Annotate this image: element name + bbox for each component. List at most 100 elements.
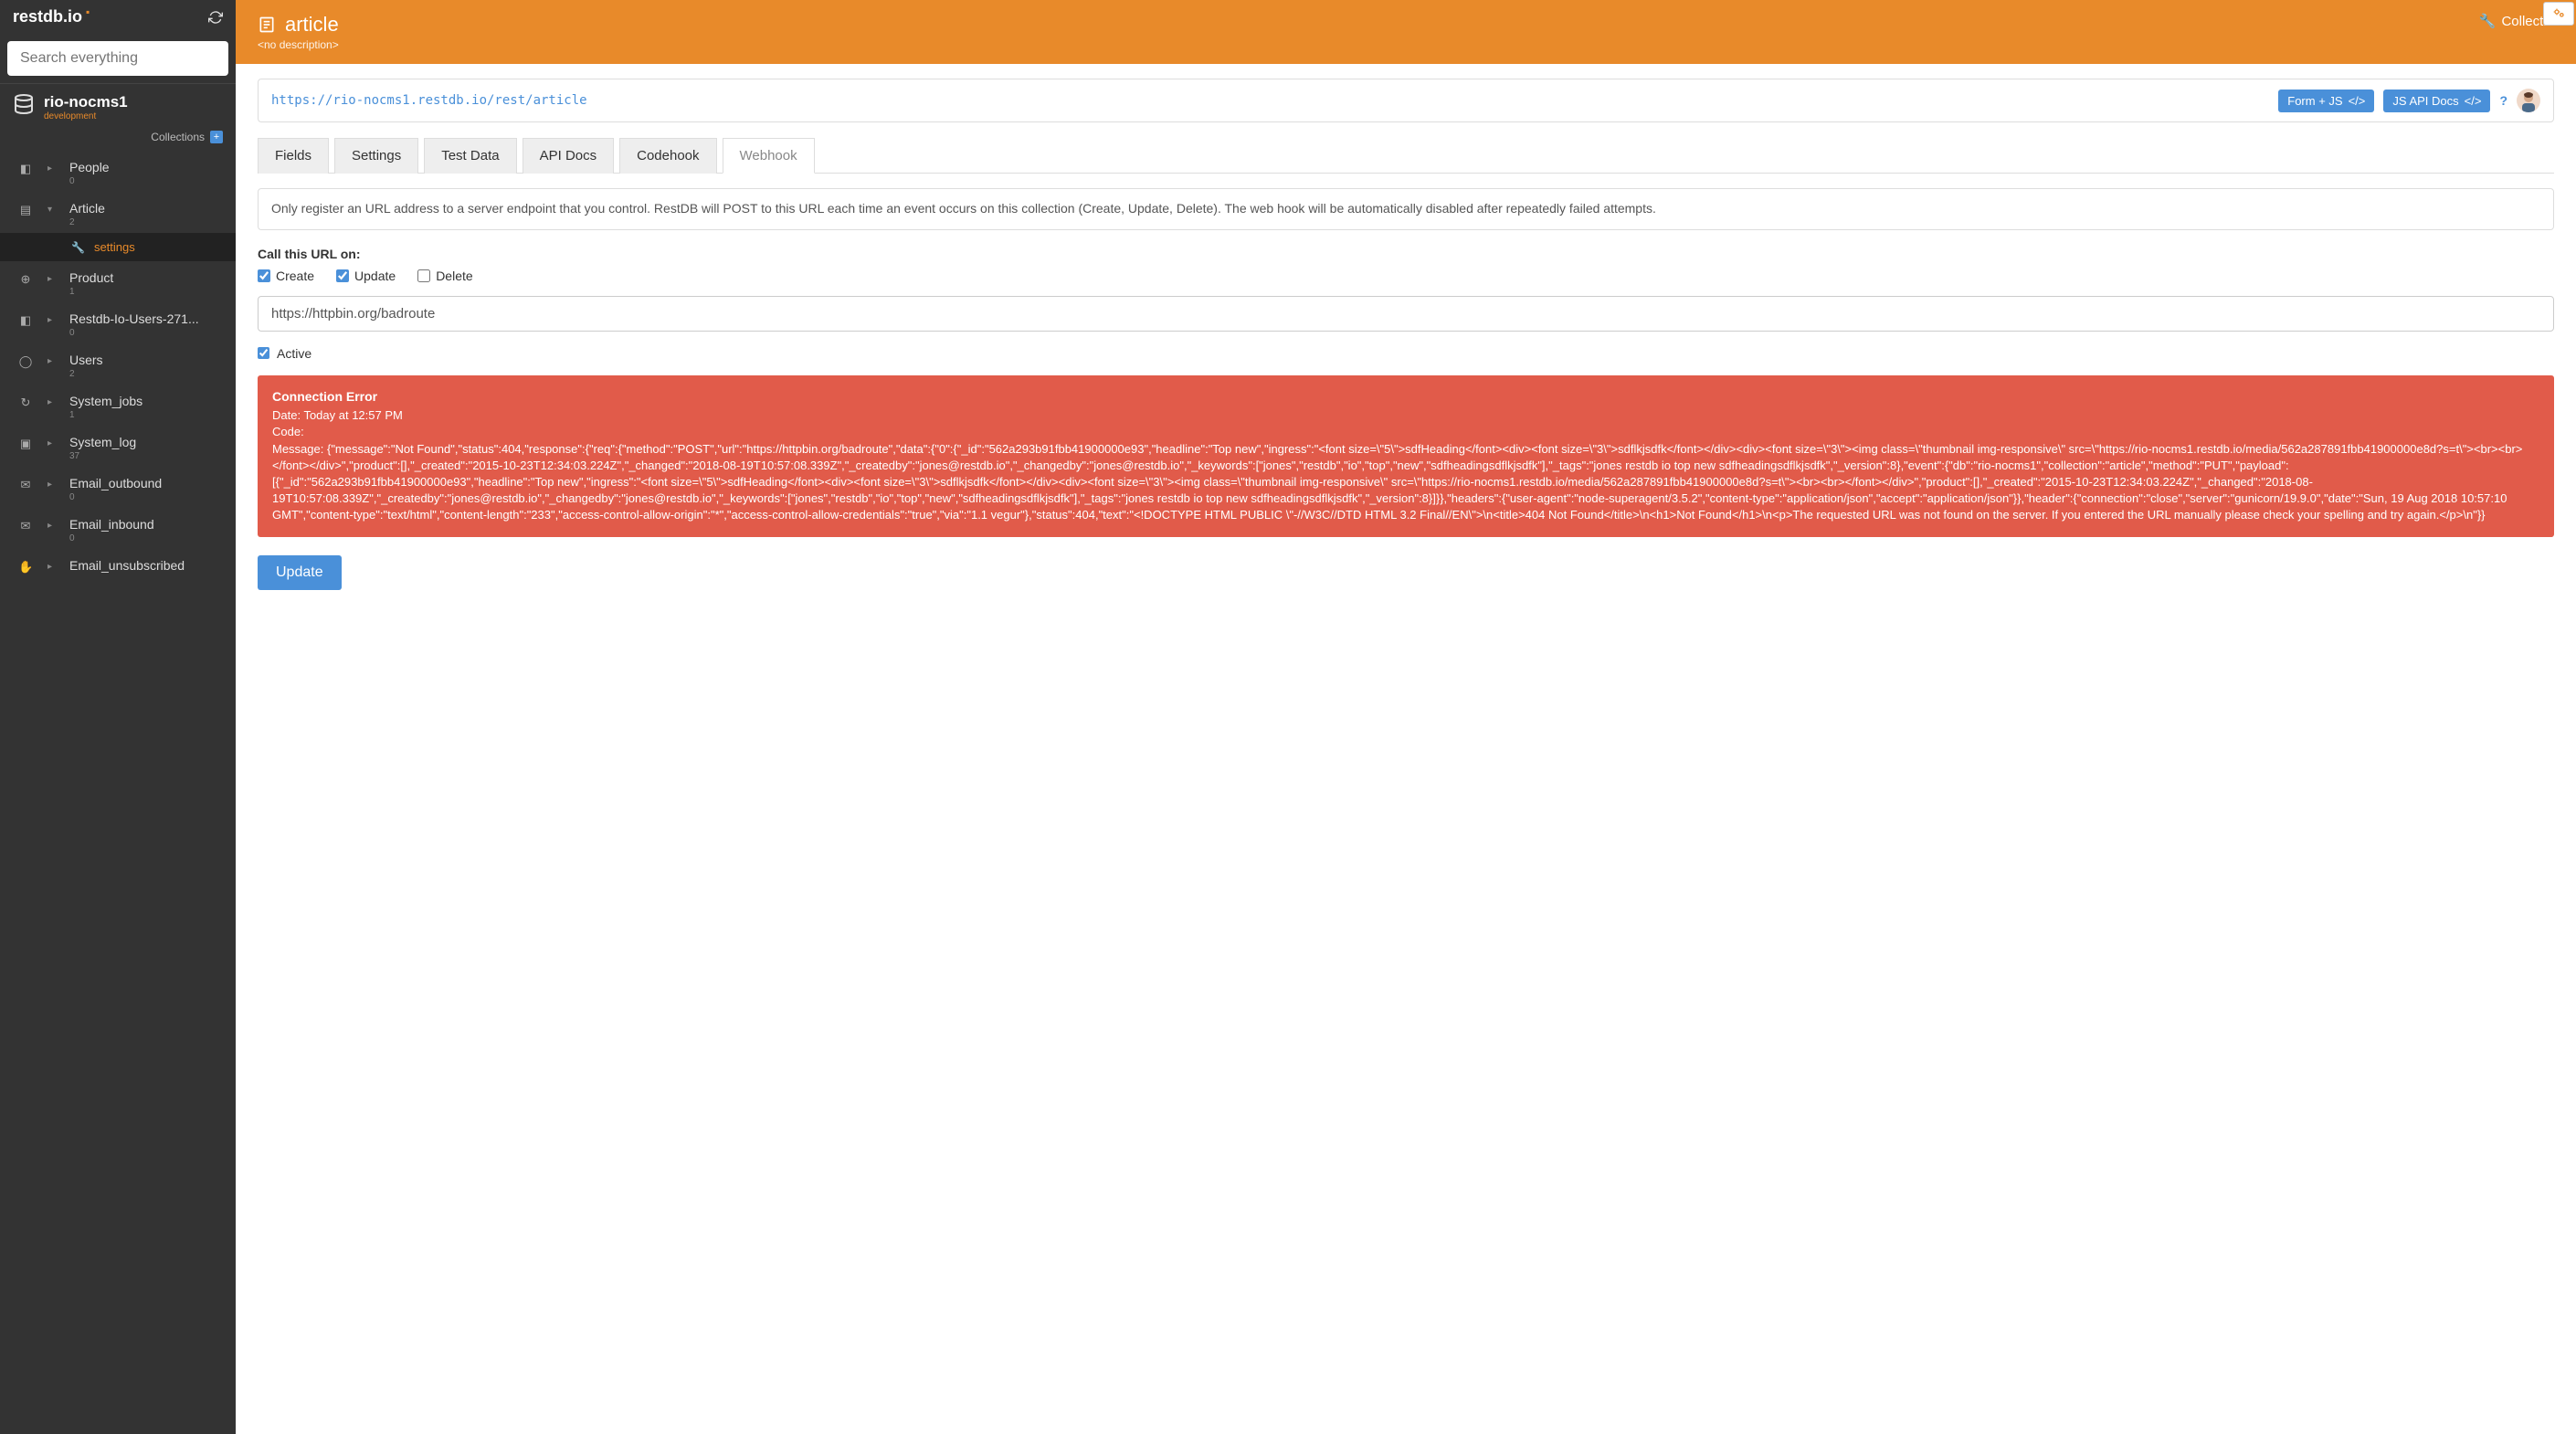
tab-settings[interactable]: Settings [334,138,418,174]
sidebar-item-email-inbound[interactable]: ✉ ▸ Email_inbound 0 [0,508,236,549]
webhook-url-input[interactable] [258,296,2554,332]
nav-count: 0 [69,176,223,186]
tab-test-data[interactable]: Test Data [424,138,516,174]
nav-label: System_log [69,435,223,449]
update-checkbox-label[interactable]: Update [336,269,396,283]
wrench-icon: 🔧 [71,241,85,254]
page-description: <no description> [258,38,339,51]
logo-dot-icon: ▪ [86,5,90,18]
main-content: article <no description> 🔧 Collectio htt… [236,0,2576,1434]
nav-count: 2 [69,217,223,227]
active-checkbox[interactable] [258,347,269,359]
sidebar-item-system-log[interactable]: ▣ ▸ System_log 37 [0,426,236,467]
help-icon[interactable]: ? [2499,93,2507,108]
collection-icon: ⊕ [18,272,33,287]
rest-url-bar: https://rio-nocms1.restdb.io/rest/articl… [258,79,2554,122]
wrench-icon: 🔧 [2479,13,2497,29]
collections-label: Collections + [0,127,236,151]
nav-label: Product [69,270,223,285]
sidebar-item-product[interactable]: ⊕ ▸ Product 1 [0,261,236,302]
tab-fields[interactable]: Fields [258,138,329,174]
tab-api-docs[interactable]: API Docs [523,138,615,174]
sidebar-item-email-unsubscribed[interactable]: ✋ ▸ Email_unsubscribed [0,549,236,580]
chevron-right-icon: ▸ [48,356,55,366]
logo-text: restdb.io [13,7,82,26]
nav-label: Users [69,353,223,367]
sidebar-item-email-outbound[interactable]: ✉ ▸ Email_outbound 0 [0,467,236,508]
refresh-icon[interactable] [208,10,223,25]
update-checkbox[interactable] [336,269,349,282]
database-icon [13,93,35,115]
error-code: Code: [272,424,2539,440]
update-button[interactable]: Update [258,555,342,590]
add-collection-button[interactable]: + [210,131,223,143]
active-checkbox-label[interactable]: Active [258,346,2554,361]
tab-codehook[interactable]: Codehook [619,138,716,174]
collection-icon: ◯ [18,354,33,369]
collection-icon: ▣ [18,437,33,451]
create-checkbox-label[interactable]: Create [258,269,314,283]
settings-gear-button[interactable] [2543,2,2574,26]
sidebar-item-people[interactable]: ◧ ▸ People 0 [0,151,236,192]
nav-count: 0 [69,328,223,338]
create-checkbox[interactable] [258,269,270,282]
webhook-info: Only register an URL address to a server… [258,188,2554,230]
avatar[interactable] [2517,89,2540,112]
nav-label: System_jobs [69,394,223,408]
database-env: development [44,111,223,121]
database-header[interactable]: rio-nocms1 development [0,83,236,127]
chevron-right-icon: ▸ [48,397,55,407]
error-title: Connection Error [272,388,2539,406]
collection-icon: ◧ [18,313,33,328]
chevron-right-icon: ▸ [48,480,55,490]
collection-icon: ▤ [18,203,33,217]
tabs: Fields Settings Test Data API Docs Codeh… [258,137,2554,174]
sidebar-item-article[interactable]: ▤ ▾ Article 2 [0,192,236,233]
nav-count: 2 [69,369,223,379]
chevron-right-icon: ▸ [48,315,55,325]
page-header: article <no description> 🔧 Collectio [236,0,2576,64]
api-docs-button[interactable]: JS API Docs </> [2383,90,2490,112]
sidebar-subitem-settings[interactable]: 🔧 settings [0,233,236,261]
subitem-label: settings [94,240,135,254]
code-icon: </> [2349,94,2366,108]
chevron-right-icon: ▸ [48,521,55,531]
nav-label: Article [69,201,223,216]
page-title: article [285,13,339,37]
nav-count: 0 [69,533,223,543]
nav-count: 1 [69,287,223,297]
error-message: Message: {"message":"Not Found","status"… [272,441,2539,524]
chevron-down-icon: ▾ [48,205,55,215]
envelope-icon: ✉ [18,478,33,492]
collection-icon: ◧ [18,162,33,176]
envelope-icon: ✉ [18,519,33,533]
tab-webhook[interactable]: Webhook [723,138,815,174]
rest-url[interactable]: https://rio-nocms1.restdb.io/rest/articl… [271,93,587,108]
delete-checkbox-label[interactable]: Delete [417,269,472,283]
delete-checkbox[interactable] [417,269,430,282]
form-js-button[interactable]: Form + JS </> [2278,90,2374,112]
sidebar-item-restdb-io-users[interactable]: ◧ ▸ Restdb-Io-Users-271... 0 [0,302,236,343]
nav-count: 37 [69,451,223,461]
hand-icon: ✋ [18,560,33,575]
sidebar-item-users[interactable]: ◯ ▸ Users 2 [0,343,236,385]
chevron-right-icon: ▸ [48,274,55,284]
nav-label: People [69,160,223,174]
nav-label: Email_outbound [69,476,223,490]
nav-count: 1 [69,410,223,420]
chevron-right-icon: ▸ [48,438,55,448]
logo[interactable]: restdb.io ▪ [13,7,90,26]
search-input[interactable] [7,41,228,76]
error-date: Date: Today at 12:57 PM [272,407,2539,424]
chevron-right-icon: ▸ [48,163,55,174]
nav-label: Email_inbound [69,517,223,532]
collection-icon: ↻ [18,395,33,410]
database-name: rio-nocms1 [44,93,223,111]
sidebar-item-system-jobs[interactable]: ↻ ▸ System_jobs 1 [0,385,236,426]
sidebar: restdb.io ▪ rio-nocms1 development Colle… [0,0,236,1434]
error-box: Connection Error Date: Today at 12:57 PM… [258,375,2554,537]
nav-label: Email_unsubscribed [69,558,223,573]
nav-count: 0 [69,492,223,502]
document-icon [258,16,276,34]
nav-label: Restdb-Io-Users-271... [69,311,223,326]
